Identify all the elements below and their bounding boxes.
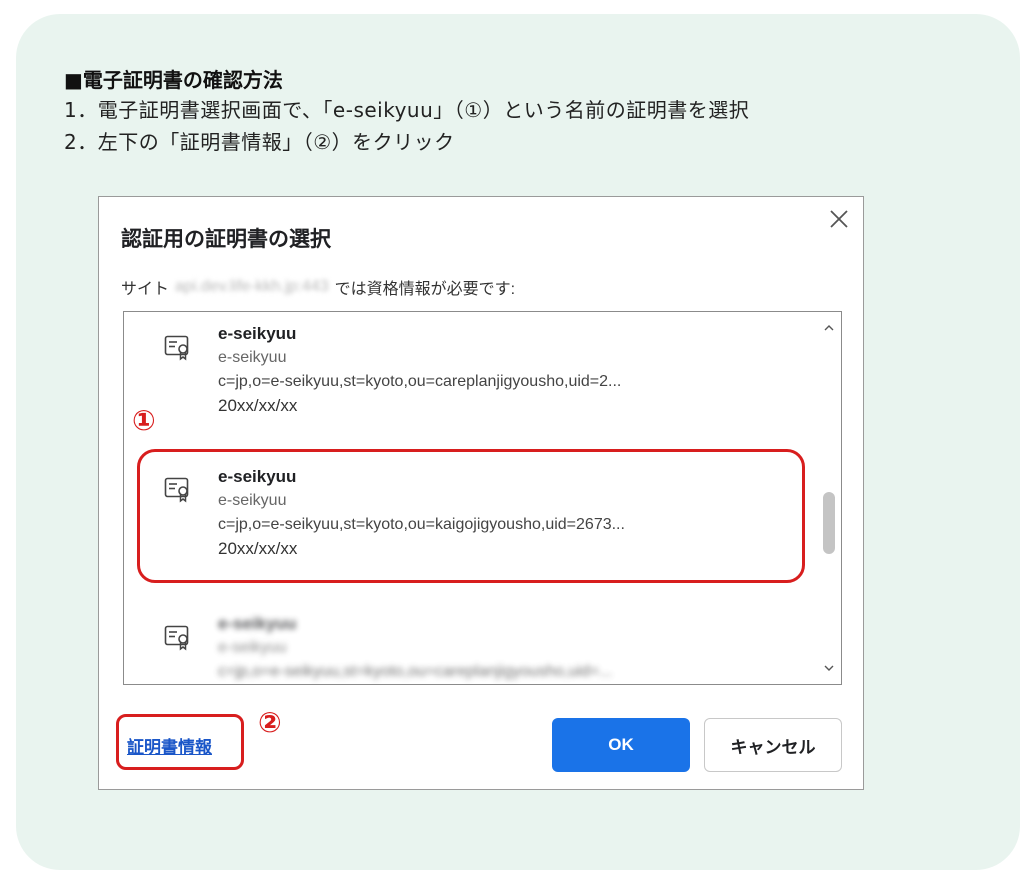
certificate-list[interactable]: e-seikyuu e-seikyuu c=jp,o=e-seikyuu,st=… — [123, 311, 842, 685]
ok-button[interactable]: OK — [552, 718, 690, 772]
certificate-issuer: e-seikyuu — [218, 349, 287, 366]
instructions-title: ■電子証明書の確認方法 — [64, 68, 283, 92]
certificate-dn: c=jp,o=e-seikyuu,st=kyoto,ou=kaigojigyou… — [218, 516, 625, 533]
certificate-info-link[interactable]: 証明書情報 — [127, 733, 212, 758]
certificate-details-blurred: e-seikyuu e-seikyuu c=jp,o=e-seikyuu,st=… — [218, 612, 798, 684]
instructions: ■電子証明書の確認方法 1．電子証明書選択画面で、「e-seikyuu」（①）と… — [64, 66, 984, 158]
certificate-dn: c=jp,o=e-seikyuu,st=kyoto,ou=careplanjig… — [218, 663, 613, 680]
certificate-icon — [164, 625, 189, 651]
chevron-down-icon[interactable] — [823, 662, 835, 674]
certificate-issuer: e-seikyuu — [218, 639, 287, 656]
instructions-step-2: 2．左下の「証明書情報」（②）をクリック — [64, 130, 455, 154]
certificate-details: e-seikyuu e-seikyuu c=jp,o=e-seikyuu,st=… — [218, 465, 798, 561]
certificate-icon — [164, 335, 189, 361]
certificate-issuer: e-seikyuu — [218, 492, 287, 509]
scroll-thumb[interactable] — [823, 492, 835, 554]
close-icon[interactable] — [825, 205, 853, 233]
subtitle-suffix: では資格情報が必要です: — [334, 281, 516, 298]
certificate-name: e-seikyuu — [218, 614, 297, 633]
dialog-title: 認証用の証明書の選択 — [121, 228, 331, 251]
certificate-item-selected[interactable]: e-seikyuu e-seikyuu c=jp,o=e-seikyuu,st=… — [124, 452, 814, 572]
certificate-name: e-seikyuu — [218, 467, 297, 486]
scrollbar[interactable] — [817, 312, 841, 684]
certificate-date: 20xx/xx/xx — [218, 539, 298, 558]
cancel-button[interactable]: キャンセル — [704, 718, 842, 772]
certificate-item[interactable]: e-seikyuu e-seikyuu c=jp,o=e-seikyuu,st=… — [124, 312, 814, 432]
certificate-dn: c=jp,o=e-seikyuu,st=kyoto,ou=careplanjig… — [218, 373, 622, 390]
certificate-select-dialog: 認証用の証明書の選択 サイト api.dev.life-kkh.jp:443 で… — [98, 196, 864, 790]
marker-1: ① — [132, 404, 156, 437]
instructions-step-1: 1．電子証明書選択画面で、「e-seikyuu」（①）という名前の証明書を選択 — [64, 98, 750, 122]
certificate-date: 20xx/xx/xx — [218, 396, 298, 415]
certificate-item[interactable]: e-seikyuu e-seikyuu c=jp,o=e-seikyuu,st=… — [124, 602, 814, 684]
dialog-subtitle: サイト api.dev.life-kkh.jp:443 では資格情報が必要です: — [121, 275, 515, 299]
marker-2: ② — [258, 706, 282, 739]
site-address-blurred: api.dev.life-kkh.jp:443 — [175, 278, 329, 295]
certificate-icon — [164, 477, 189, 503]
certificate-name: e-seikyuu — [218, 324, 297, 343]
subtitle-prefix: サイト — [121, 281, 170, 298]
certificate-details: e-seikyuu e-seikyuu c=jp,o=e-seikyuu,st=… — [218, 322, 798, 418]
chevron-up-icon[interactable] — [823, 322, 835, 334]
